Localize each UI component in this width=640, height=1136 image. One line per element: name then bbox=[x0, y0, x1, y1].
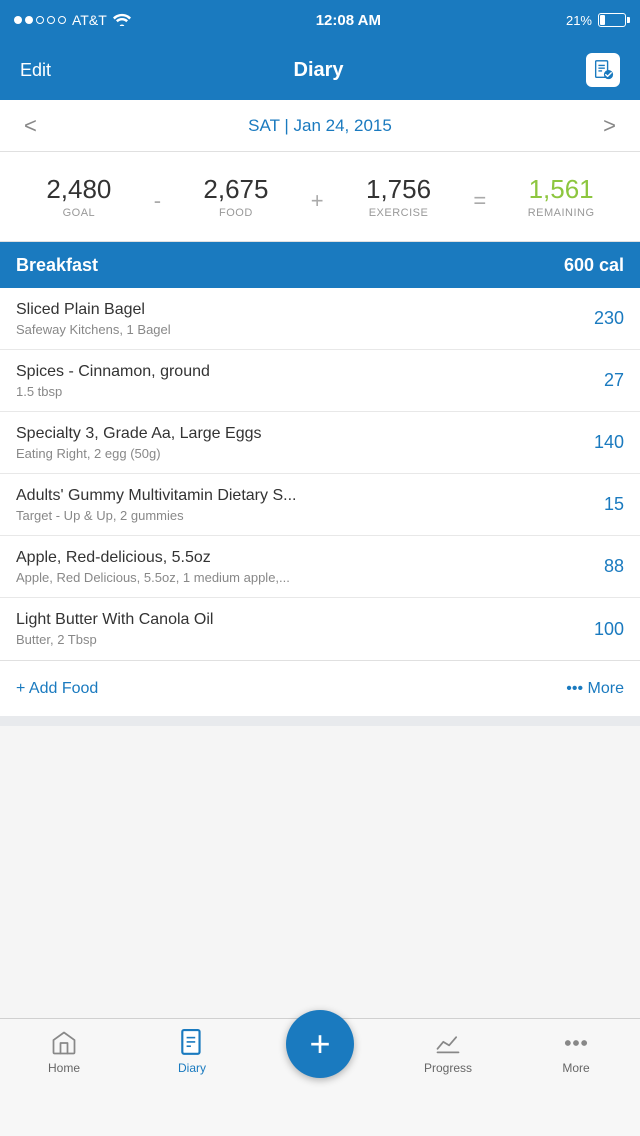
prev-date-button[interactable]: < bbox=[16, 113, 45, 139]
more-tab-icon bbox=[562, 1029, 590, 1057]
current-date: SAT | Jan 24, 2015 bbox=[248, 116, 392, 136]
exercise-label: EXERCISE bbox=[328, 207, 470, 219]
dot-4 bbox=[47, 16, 55, 24]
remaining-calories: 1,561 REMAINING bbox=[490, 174, 632, 219]
food-cal-1: 27 bbox=[584, 370, 624, 391]
food-item-0[interactable]: Sliced Plain Bagel Safeway Kitchens, 1 B… bbox=[0, 288, 640, 350]
plus-op: + bbox=[307, 182, 328, 212]
food-detail-4: Apple, Red Delicious, 5.5oz, 1 medium ap… bbox=[16, 570, 572, 585]
battery-percent: 21% bbox=[566, 13, 592, 28]
tab-progress-label: Progress bbox=[424, 1061, 472, 1075]
food-item-5[interactable]: Light Butter With Canola Oil Butter, 2 T… bbox=[0, 598, 640, 660]
food-item-2[interactable]: Specialty 3, Grade Aa, Large Eggs Eating… bbox=[0, 412, 640, 474]
food-name-2: Specialty 3, Grade Aa, Large Eggs bbox=[16, 425, 572, 443]
page-title: Diary bbox=[294, 59, 344, 82]
food-calories: 2,675 FOOD bbox=[165, 174, 307, 219]
status-right: 21% bbox=[566, 13, 626, 28]
diary-icon bbox=[178, 1029, 206, 1057]
food-detail-5: Butter, 2 Tbsp bbox=[16, 632, 572, 647]
add-plus-icon: + bbox=[309, 1026, 330, 1062]
food-info-2: Specialty 3, Grade Aa, Large Eggs Eating… bbox=[16, 425, 584, 461]
status-bar: AT&T 12:08 AM 21% bbox=[0, 0, 640, 40]
tab-more[interactable]: More bbox=[512, 1029, 640, 1075]
food-name-4: Apple, Red-delicious, 5.5oz bbox=[16, 549, 572, 567]
tab-progress[interactable]: Progress bbox=[384, 1029, 512, 1075]
exercise-value: 1,756 bbox=[328, 174, 470, 205]
food-info-5: Light Butter With Canola Oil Butter, 2 T… bbox=[16, 611, 584, 647]
goal-calories: 2,480 GOAL bbox=[8, 174, 150, 219]
food-info-4: Apple, Red-delicious, 5.5oz Apple, Red D… bbox=[16, 549, 584, 585]
food-item-3[interactable]: Adults' Gummy Multivitamin Dietary S... … bbox=[0, 474, 640, 536]
calories-summary: 2,480 GOAL - 2,675 FOOD + 1,756 EXERCISE… bbox=[0, 152, 640, 242]
goal-value: 2,480 bbox=[8, 174, 150, 205]
breakfast-title: Breakfast bbox=[16, 255, 98, 276]
breakfast-calories: 600 cal bbox=[564, 255, 624, 276]
dot-3 bbox=[36, 16, 44, 24]
food-label: FOOD bbox=[165, 207, 307, 219]
minus-op: - bbox=[150, 182, 165, 212]
signal-dots bbox=[14, 16, 66, 24]
food-info-0: Sliced Plain Bagel Safeway Kitchens, 1 B… bbox=[16, 301, 584, 337]
food-value: 2,675 bbox=[165, 174, 307, 205]
tab-diary[interactable]: Diary bbox=[128, 1029, 256, 1075]
food-name-5: Light Butter With Canola Oil bbox=[16, 611, 572, 629]
battery-fill bbox=[600, 15, 605, 25]
equals-op: = bbox=[469, 182, 490, 212]
status-left: AT&T bbox=[14, 12, 131, 29]
food-name-3: Adults' Gummy Multivitamin Dietary S... bbox=[16, 487, 572, 505]
tab-diary-label: Diary bbox=[178, 1061, 206, 1075]
next-date-button[interactable]: > bbox=[595, 113, 624, 139]
dot-1 bbox=[14, 16, 22, 24]
dot-2 bbox=[25, 16, 33, 24]
diary-check-icon[interactable] bbox=[586, 53, 620, 87]
food-cal-4: 88 bbox=[584, 556, 624, 577]
tab-home[interactable]: Home bbox=[0, 1029, 128, 1075]
add-food-label: + Add Food bbox=[16, 680, 98, 698]
tab-more-label: More bbox=[562, 1061, 589, 1075]
edit-button[interactable]: Edit bbox=[20, 60, 51, 81]
food-detail-1: 1.5 tbsp bbox=[16, 384, 572, 399]
more-label: ••• More bbox=[566, 680, 624, 698]
food-item-4[interactable]: Apple, Red-delicious, 5.5oz Apple, Red D… bbox=[0, 536, 640, 598]
section-spacer bbox=[0, 716, 640, 726]
food-cal-3: 15 bbox=[584, 494, 624, 515]
food-item-1[interactable]: Spices - Cinnamon, ground 1.5 tbsp 27 bbox=[0, 350, 640, 412]
breakfast-section-header: Breakfast 600 cal bbox=[0, 242, 640, 288]
add-fab-button[interactable]: + bbox=[286, 1010, 354, 1078]
remaining-value: 1,561 bbox=[490, 174, 632, 205]
tab-home-label: Home bbox=[48, 1061, 80, 1075]
home-icon bbox=[50, 1029, 78, 1057]
food-cal-2: 140 bbox=[584, 432, 624, 453]
food-name-1: Spices - Cinnamon, ground bbox=[16, 363, 572, 381]
wifi-icon bbox=[113, 12, 131, 29]
food-cal-0: 230 bbox=[584, 308, 624, 329]
status-time: 12:08 AM bbox=[316, 12, 381, 29]
food-list: Sliced Plain Bagel Safeway Kitchens, 1 B… bbox=[0, 288, 640, 660]
food-detail-2: Eating Right, 2 egg (50g) bbox=[16, 446, 572, 461]
date-navigation: < SAT | Jan 24, 2015 > bbox=[0, 100, 640, 152]
food-info-1: Spices - Cinnamon, ground 1.5 tbsp bbox=[16, 363, 584, 399]
exercise-calories: 1,756 EXERCISE bbox=[328, 174, 470, 219]
food-detail-0: Safeway Kitchens, 1 Bagel bbox=[16, 322, 572, 337]
food-info-3: Adults' Gummy Multivitamin Dietary S... … bbox=[16, 487, 584, 523]
remaining-label: REMAINING bbox=[490, 207, 632, 219]
add-food-button[interactable]: + Add Food bbox=[16, 680, 98, 698]
food-name-0: Sliced Plain Bagel bbox=[16, 301, 572, 319]
action-row: + Add Food ••• More bbox=[0, 660, 640, 716]
more-button[interactable]: ••• More bbox=[566, 680, 624, 698]
nav-bar: Edit Diary bbox=[0, 40, 640, 100]
dot-5 bbox=[58, 16, 66, 24]
food-detail-3: Target - Up & Up, 2 gummies bbox=[16, 508, 572, 523]
carrier-label: AT&T bbox=[72, 12, 107, 28]
progress-icon bbox=[434, 1029, 462, 1057]
goal-label: GOAL bbox=[8, 207, 150, 219]
food-cal-5: 100 bbox=[584, 619, 624, 640]
battery-icon bbox=[598, 13, 626, 27]
